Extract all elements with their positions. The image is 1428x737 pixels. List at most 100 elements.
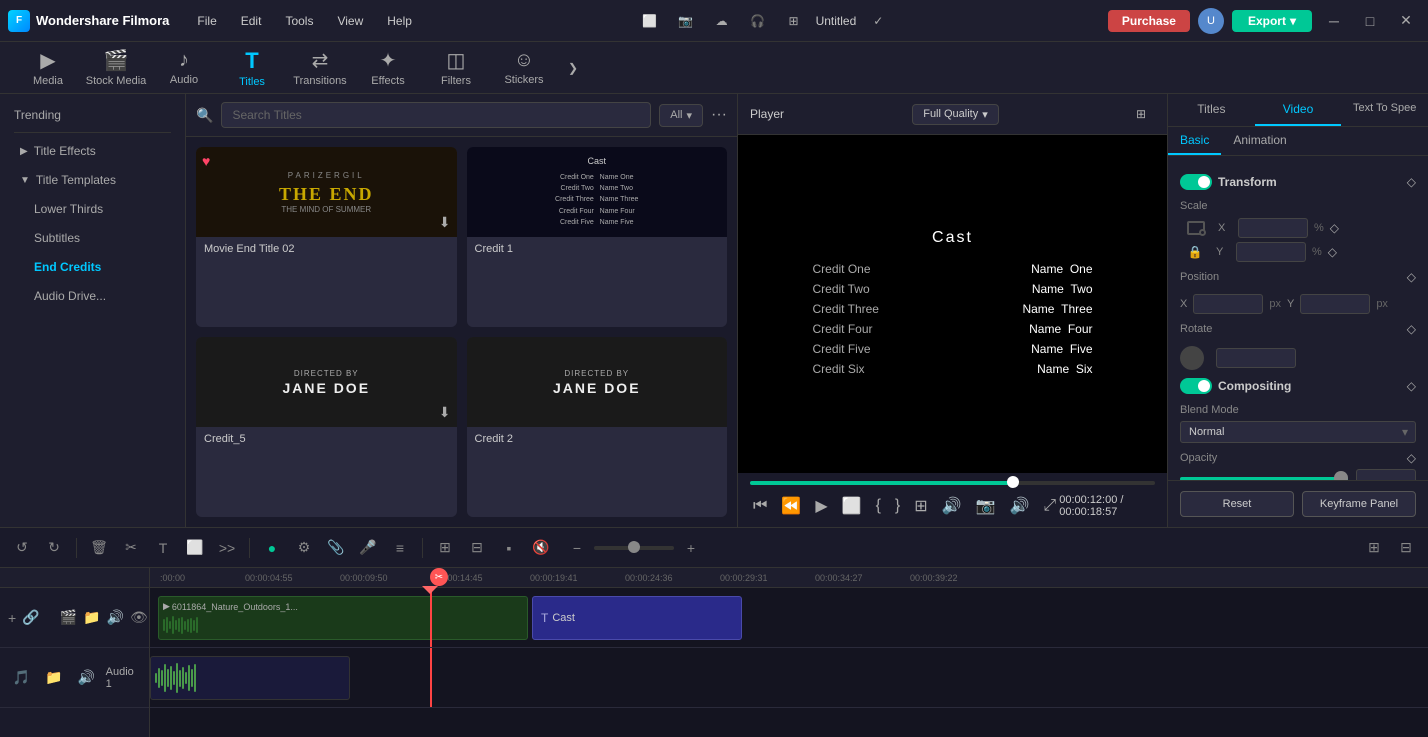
lock-icon[interactable]: 🔒 <box>1188 245 1203 259</box>
opacity-keyframe-icon[interactable]: ◇ <box>1407 451 1416 465</box>
split-audio-button[interactable]: 🔊 <box>939 493 965 519</box>
menu-edit[interactable]: Edit <box>233 10 270 32</box>
scene-detect-button[interactable]: ⊞ <box>431 534 459 562</box>
mic-button[interactable]: 🎤 <box>354 534 382 562</box>
timeline-scrubber[interactable] <box>1007 476 1019 488</box>
opacity-slider[interactable] <box>1180 477 1348 480</box>
reset-button[interactable]: Reset <box>1180 491 1294 517</box>
menu-view[interactable]: View <box>329 10 371 32</box>
grid-icon[interactable]: ⊞ <box>780 7 808 35</box>
fullscreen-button[interactable]: ⤢ <box>1040 494 1059 518</box>
menu-tools[interactable]: Tools <box>277 10 321 32</box>
sidebar-item-subtitles[interactable]: Subtitles <box>6 224 179 252</box>
mark-out-button[interactable]: } <box>892 494 903 518</box>
zoom-slider[interactable] <box>594 546 674 550</box>
pip-button[interactable]: ▪ <box>495 534 523 562</box>
audio-track-volume-button[interactable]: 🔊 <box>73 664 100 692</box>
mute-button[interactable]: 🔇 <box>527 534 555 562</box>
monitor-icon[interactable]: ⬜ <box>636 7 664 35</box>
mark-button[interactable]: ● <box>258 534 286 562</box>
scale-x-keyframe-icon[interactable]: ◇ <box>1330 221 1339 235</box>
audio-clip[interactable] <box>150 656 350 700</box>
blend-mode-select[interactable]: Normal Multiply Screen Overlay <box>1180 421 1416 443</box>
menu-help[interactable]: Help <box>379 10 420 32</box>
cloud-icon[interactable]: ☁ <box>708 7 736 35</box>
thumbnail-credit-1[interactable]: Cast Credit One Name One Credit Two Name… <box>467 147 728 327</box>
scissors-playhead[interactable]: ✂ <box>430 568 448 586</box>
camera-icon[interactable]: 📷 <box>672 7 700 35</box>
keyframe-panel-button[interactable]: Keyframe Panel <box>1302 491 1416 517</box>
settings-button[interactable]: ⚙ <box>290 534 318 562</box>
opacity-thumb[interactable] <box>1334 471 1348 480</box>
sidebar-item-lower-thirds[interactable]: Lower Thirds <box>6 195 179 223</box>
clip-to-timeline-button[interactable]: ⊞ <box>911 493 930 519</box>
download-icon-5[interactable]: ⬇ <box>439 404 451 421</box>
position-keyframe-icon[interactable]: ◇ <box>1407 270 1416 284</box>
link-track-button[interactable]: 🔗 <box>22 604 39 632</box>
speed-button[interactable]: >> <box>213 534 241 562</box>
sidebar-item-title-templates[interactable]: ▼ Title Templates <box>6 166 179 194</box>
zoom-in-button[interactable]: + <box>677 534 705 562</box>
thumbnail-movie-end-title[interactable]: PARIZERGIL THE END THE MIND OF SUMMER ♥ … <box>196 147 457 327</box>
tool-stock-media[interactable]: 🎬 Stock Media <box>84 44 148 92</box>
minimize-button[interactable]: ─ <box>1320 7 1348 35</box>
rotate-preview-circle[interactable] <box>1180 346 1204 370</box>
maximize-button[interactable]: □ <box>1356 7 1384 35</box>
tool-audio[interactable]: ♪ Audio <box>152 44 216 92</box>
menu-file[interactable]: File <box>189 10 224 32</box>
track-button[interactable]: ≡ <box>386 534 414 562</box>
tool-transitions[interactable]: ⇄ Transitions <box>288 44 352 92</box>
compositing-keyframe-icon[interactable]: ◇ <box>1407 379 1416 393</box>
transform-keyframe-icon[interactable]: ◇ <box>1407 175 1416 189</box>
quality-button[interactable]: Full Quality ▾ <box>912 104 999 125</box>
clip-button[interactable]: 📎 <box>322 534 350 562</box>
zoom-out-button[interactable]: − <box>563 534 591 562</box>
mark-in-button[interactable]: { <box>873 494 884 518</box>
tab-text-to-speech[interactable]: Text To Spee <box>1341 94 1428 126</box>
close-button[interactable]: ✕ <box>1392 7 1420 35</box>
scale-x-input[interactable]: 100.00 <box>1238 218 1308 238</box>
position-x-input[interactable]: 0.00 <box>1193 294 1263 314</box>
skip-back-button[interactable]: ⏮ <box>750 494 770 518</box>
step-back-button[interactable]: ⏪ <box>778 493 804 519</box>
position-y-input[interactable]: 0.00 <box>1300 294 1370 314</box>
volume-button[interactable]: 🔊 <box>1007 493 1033 519</box>
layout-toggle-button[interactable]: ⊞ <box>1360 534 1388 562</box>
purchase-button[interactable]: Purchase <box>1108 10 1190 32</box>
rotate-keyframe-icon[interactable]: ◇ <box>1407 322 1416 336</box>
sidebar-item-end-credits[interactable]: End Credits <box>6 253 179 281</box>
video-track-eye-button[interactable]: 👁 <box>130 604 148 632</box>
play-button[interactable]: ▶ <box>812 493 830 519</box>
rotate-input[interactable]: 0.00° <box>1216 348 1296 368</box>
compositing-toggle-switch[interactable] <box>1180 378 1212 394</box>
tool-stickers[interactable]: ☺ Stickers <box>492 44 556 92</box>
opacity-value-input[interactable]: 100.00 <box>1356 469 1416 480</box>
video-track-volume-button[interactable]: 🔊 <box>107 604 124 632</box>
tool-effects[interactable]: ✦ Effects <box>356 44 420 92</box>
frame-view-button[interactable]: ⬜ <box>839 493 865 519</box>
transform-toggle-switch[interactable] <box>1180 174 1212 190</box>
title-clip[interactable]: T Cast <box>532 596 742 640</box>
subtab-animation[interactable]: Animation <box>1221 127 1298 155</box>
export-button[interactable]: Export ▾ <box>1232 10 1312 32</box>
redo-button[interactable]: ↻ <box>40 534 68 562</box>
screenshot-button[interactable]: 📷 <box>973 493 999 519</box>
subtab-basic[interactable]: Basic <box>1168 127 1221 155</box>
download-icon[interactable]: ⬇ <box>439 214 451 231</box>
preview-expand-icon[interactable]: ⊞ <box>1127 100 1155 128</box>
scale-y-keyframe-icon[interactable]: ◇ <box>1328 245 1337 259</box>
more-options-button[interactable]: ··· <box>711 106 727 124</box>
crop-button[interactable]: ⬜ <box>181 534 209 562</box>
tool-titles[interactable]: T Titles <box>220 44 284 92</box>
video-track-folder-button[interactable]: 📁 <box>83 604 100 632</box>
search-input[interactable] <box>221 102 651 128</box>
tool-filters[interactable]: ◫ Filters <box>424 44 488 92</box>
audio-track-folder-button[interactable]: 📁 <box>41 664 68 692</box>
toolbar-more-button[interactable]: ❯ <box>560 57 586 79</box>
delete-button[interactable]: 🗑 <box>85 534 113 562</box>
scale-y-input[interactable]: 100.00 <box>1236 242 1306 262</box>
thumbnail-credit-2[interactable]: DIRECTED BY JANE DOE Credit 2 <box>467 337 728 517</box>
cut-button[interactable]: ✂ <box>117 534 145 562</box>
tool-media[interactable]: ▶ Media <box>16 44 80 92</box>
sidebar-item-audio-drive[interactable]: Audio Drive... <box>6 282 179 310</box>
